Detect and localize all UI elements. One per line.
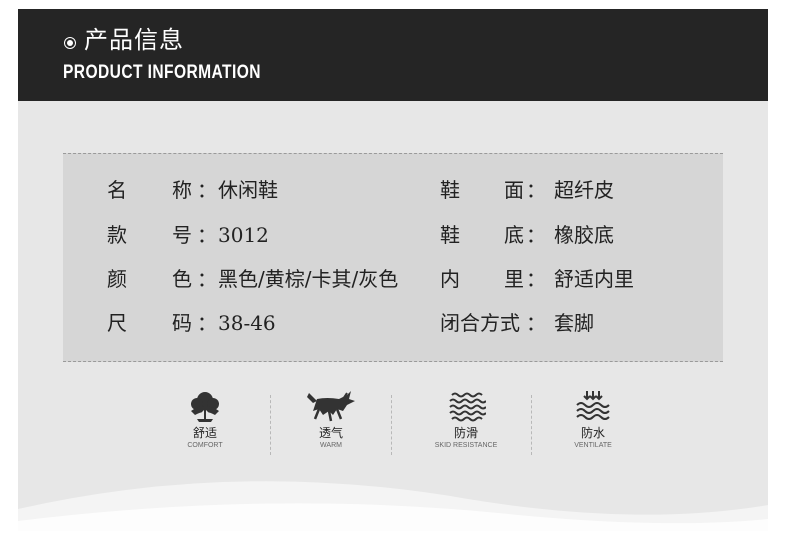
title-english: PRODUCT INFORMATION — [63, 62, 261, 83]
feature-label-en: WARM — [320, 442, 342, 449]
feature-comfort: 舒适 COMFORT — [150, 389, 260, 469]
label-char: 里 — [504, 267, 524, 291]
water-drop-arrows-icon — [576, 391, 610, 420]
label-char: 号 — [172, 223, 192, 247]
bull-icon — [307, 391, 355, 422]
feature-icons: 舒适 COMFORT 透气 WARM 防滑 SKID RESISTANCE 防水… — [18, 389, 768, 469]
label-char: 色 — [172, 267, 192, 291]
label-char: 底 — [504, 223, 524, 247]
feature-label-cn: 防水 — [580, 426, 605, 440]
divider — [270, 395, 271, 455]
waves-icon — [449, 392, 486, 422]
feature-label-en: SKID RESISTANCE — [434, 442, 498, 449]
bullet-icon — [64, 37, 76, 49]
label-char: 款 — [107, 223, 127, 247]
feature-breathable: 透气 WARM — [276, 389, 386, 469]
closure-label: 闭合方式 — [440, 311, 520, 335]
divider — [391, 395, 392, 455]
colon: ： — [197, 267, 217, 291]
info-table: 名 称 ： 休闲鞋 鞋 面 ： 超纤皮 款 号 ： 3012 鞋 底 ： 橡胶底… — [63, 153, 723, 362]
sole-value: 橡胶底 — [554, 223, 614, 247]
label-char: 名 — [107, 178, 127, 202]
label-char: 码 — [172, 311, 192, 335]
cotton-flower-icon — [191, 392, 219, 422]
colon: ： — [197, 178, 217, 202]
info-row: 尺 码 ： 38-46 闭合方式 ： 套脚 — [63, 308, 723, 338]
color-value: 黑色/黄棕/卡其/灰色 — [218, 267, 399, 291]
colon: ： — [526, 223, 546, 247]
feature-label-cn: 防滑 — [453, 426, 478, 440]
label-char: 鞋 — [440, 223, 460, 247]
colon: ： — [197, 223, 217, 247]
label-char: 面 — [504, 178, 524, 202]
title-chinese: 产品信息 — [84, 26, 184, 54]
colon: ： — [526, 267, 546, 291]
colon: ： — [197, 311, 217, 335]
product-info-card: 产品信息 PRODUCT INFORMATION 名 称 ： 休闲鞋 鞋 面 ：… — [18, 9, 768, 531]
lining-value: 舒适内里 — [554, 267, 634, 291]
bottom-wave-decoration — [18, 481, 768, 531]
feature-anti-slip: 防滑 SKID RESISTANCE — [411, 389, 521, 469]
label-char: 颜 — [107, 267, 127, 291]
header-bar: 产品信息 PRODUCT INFORMATION — [18, 9, 768, 101]
info-row: 名 称 ： 休闲鞋 鞋 面 ： 超纤皮 — [63, 175, 723, 205]
size-value: 38-46 — [218, 311, 276, 335]
label-char: 内 — [440, 267, 460, 291]
colon: ： — [526, 311, 546, 335]
colon: ： — [526, 178, 546, 202]
feature-label-en: VENTILATE — [574, 442, 612, 449]
info-row: 款 号 ： 3012 鞋 底 ： 橡胶底 — [63, 220, 723, 250]
feature-label-cn: 透气 — [318, 426, 343, 440]
feature-label-cn: 舒适 — [192, 426, 217, 440]
label-char: 尺 — [107, 311, 127, 335]
feature-label-en: COMFORT — [187, 442, 223, 449]
label-char: 鞋 — [440, 178, 460, 202]
closure-value: 套脚 — [554, 311, 594, 335]
divider — [531, 395, 532, 455]
model-value: 3012 — [218, 223, 269, 247]
name-value: 休闲鞋 — [218, 178, 278, 202]
upper-material-value: 超纤皮 — [554, 178, 614, 202]
label-char: 称 — [172, 178, 192, 202]
feature-waterproof: 防水 VENTILATE — [538, 389, 648, 469]
info-row: 颜 色 ： 黑色/黄棕/卡其/灰色 内 里 ： 舒适内里 — [63, 264, 723, 294]
